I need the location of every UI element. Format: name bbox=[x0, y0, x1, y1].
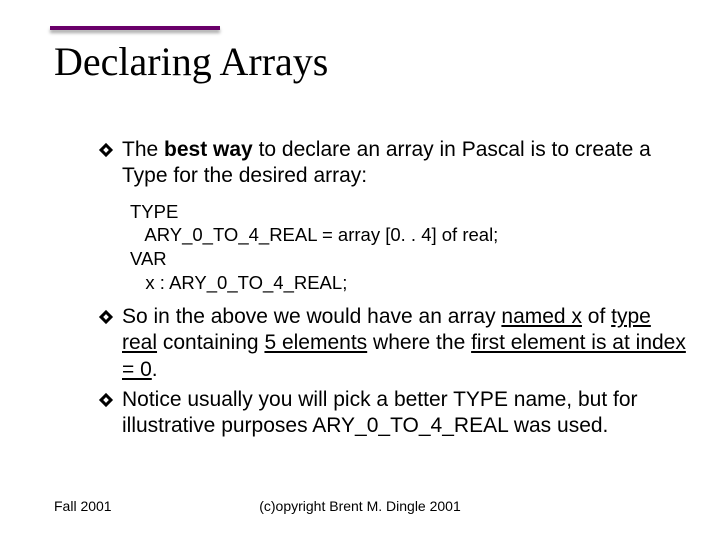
bullet-item: Notice usually you will pick a better TY… bbox=[100, 387, 690, 440]
code-block: TYPE ARY_0_TO_4_REAL = array [0. . 4] of… bbox=[100, 194, 690, 305]
text-underline: 5 elements bbox=[264, 331, 367, 354]
text-fragment: The bbox=[122, 138, 164, 161]
bullet-item: So in the above we would have an array n… bbox=[100, 304, 690, 383]
footer-center: (c)opyright Brent M. Dingle 2001 bbox=[0, 498, 720, 514]
text-fragment: So in the above we would have an array bbox=[122, 305, 501, 328]
text-underline: named x bbox=[501, 305, 582, 328]
diamond-bullet-icon bbox=[100, 311, 112, 323]
bullet-text: Notice usually you will pick a better TY… bbox=[122, 387, 690, 440]
bullet-item: The best way to declare an array in Pasc… bbox=[100, 137, 690, 190]
bullet-text: So in the above we would have an array n… bbox=[122, 304, 690, 383]
text-fragment: containing bbox=[157, 331, 264, 354]
title-accent-rule bbox=[50, 26, 220, 30]
text-fragment: . bbox=[152, 358, 158, 381]
bullet-text: The best way to declare an array in Pasc… bbox=[122, 137, 690, 190]
text-bold: best way bbox=[164, 138, 253, 161]
diamond-bullet-icon bbox=[100, 144, 112, 156]
slide-content: The best way to declare an array in Pasc… bbox=[0, 91, 720, 439]
text-fragment: where the bbox=[367, 331, 471, 354]
code-line: x : ARY_0_TO_4_REAL; bbox=[130, 271, 690, 295]
code-line: TYPE bbox=[130, 200, 690, 224]
code-line: ARY_0_TO_4_REAL = array [0. . 4] of real… bbox=[130, 223, 690, 247]
diamond-bullet-icon bbox=[100, 394, 112, 406]
slide: Declaring Arrays The best way to declare… bbox=[0, 0, 720, 540]
code-line: VAR bbox=[130, 247, 690, 271]
text-fragment: of bbox=[582, 305, 611, 328]
slide-title: Declaring Arrays bbox=[0, 0, 720, 91]
